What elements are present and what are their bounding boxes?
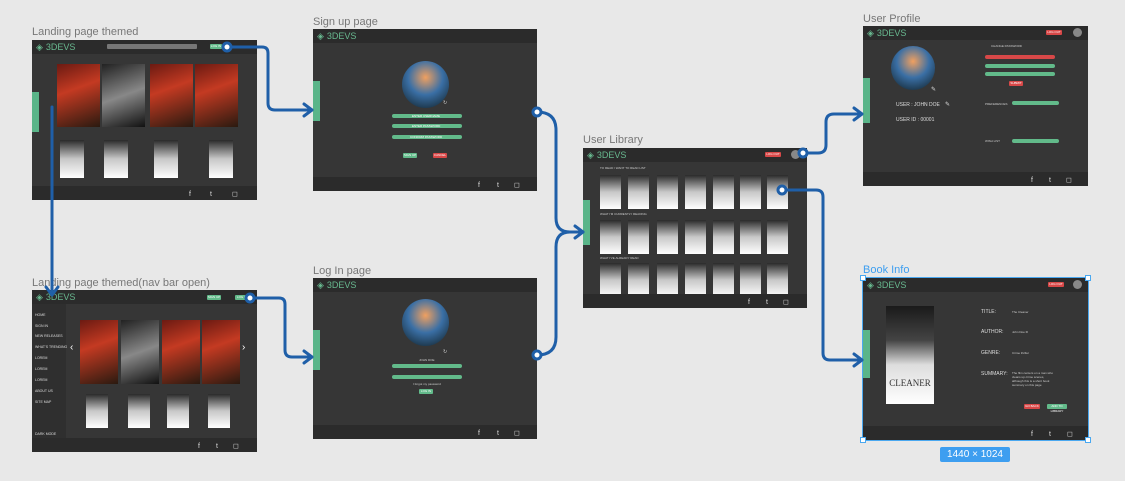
wire-start-dot [797,147,809,159]
wire-landing-nav-to-login [248,296,314,359]
wire-signup-to-library [535,110,585,234]
wire-start-dot [244,292,256,304]
wire-library-to-book-info [780,188,864,362]
wire-start-dot [531,349,543,361]
wire-start-dot [221,41,233,53]
wire-start-dot [531,106,543,118]
wire-start-dot [776,184,788,196]
wire-landing-to-signup [224,45,314,112]
wire-login-to-library [535,230,572,357]
prototype-connections [44,41,864,368]
